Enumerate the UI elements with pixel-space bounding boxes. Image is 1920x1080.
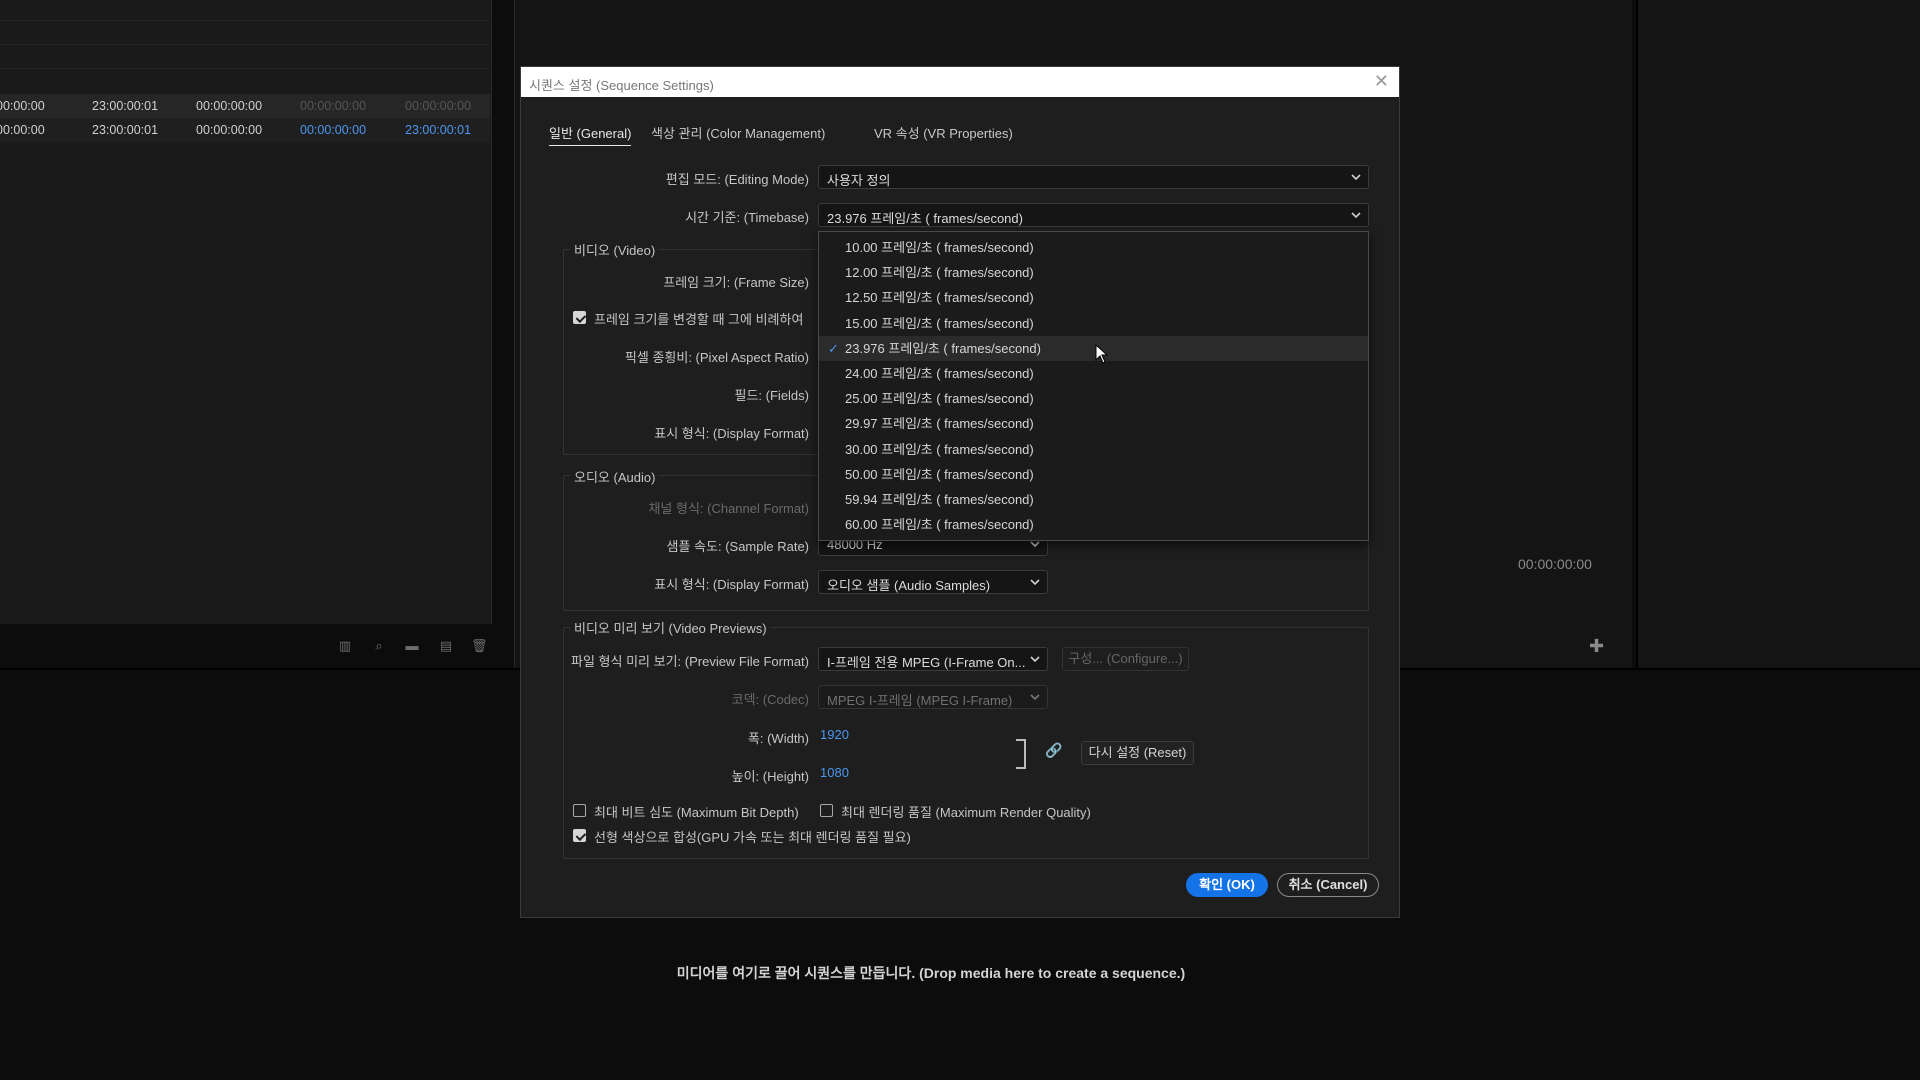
frame-size-label: 프레임 크기: (Frame Size) — [663, 275, 809, 290]
dialog-titlebar[interactable]: 시퀀스 설정 (Sequence Settings) ✕ — [521, 67, 1399, 97]
timebase-option[interactable]: 59.94 프레임/초 ( frames/second) — [819, 487, 1368, 512]
timecode-cell: 00:00:00:00 — [405, 99, 472, 113]
chevron-down-icon — [1350, 172, 1362, 182]
configure-button[interactable]: 구성... (Configure...) — [1062, 647, 1189, 671]
timecode-cell: 00:00:00:00 — [300, 99, 367, 113]
table-row[interactable]: 00:00:00 23:00:00:01 00:00:00:00 00:00:0… — [0, 94, 490, 118]
ok-button[interactable]: 확인 (OK) — [1186, 873, 1268, 897]
scale-proportionally-label: 프레임 크기를 변경할 때 그에 비례하여 — [594, 312, 804, 327]
timebase-option[interactable]: 25.00 프레임/초 ( frames/second) — [819, 386, 1368, 411]
tab-vr-properties[interactable]: VR 속성 (VR Properties) — [874, 123, 1013, 142]
table-row[interactable]: 00:00:00 23:00:00:01 00:00:00:00 00:00:0… — [0, 118, 490, 142]
timebase-option[interactable]: 12.50 프레임/초 ( frames/second) — [819, 285, 1368, 310]
timebase-select[interactable]: 23.976 프레임/초 ( frames/second) — [818, 203, 1369, 227]
audio-group-title: 오디오 (Audio) — [570, 467, 660, 486]
grid-line — [0, 68, 490, 69]
pixel-aspect-label: 픽셀 종횡비: (Pixel Aspect Ratio) — [624, 350, 809, 365]
height-label: 높이: (Height) — [731, 769, 809, 784]
timebase-dropdown-list: 10.00 프레임/초 ( frames/second) 12.00 프레임/초 … — [818, 231, 1369, 541]
height-value[interactable]: 1080 — [820, 765, 849, 780]
chevron-down-icon — [1029, 654, 1041, 664]
scale-proportionally-checkbox[interactable] — [573, 311, 586, 324]
video-display-format-label: 표시 형식: (Display Format) — [654, 426, 809, 441]
editing-mode-label: 편집 모드: (Editing Mode) — [665, 172, 809, 187]
timebase-option[interactable]: 30.00 프레임/초 ( frames/second) — [819, 437, 1368, 462]
linear-color-label: 선형 색상으로 합성(GPU 가속 또는 최대 렌더링 품질 필요) — [594, 830, 911, 845]
project-panel: 00:00:00 23:00:00:01 00:00:00:00 00:00:0… — [0, 0, 492, 653]
grid-line — [0, 20, 490, 21]
trash-icon[interactable]: 🗑 — [471, 639, 488, 653]
timebase-option[interactable]: 60.00 프레임/초 ( frames/second) — [819, 512, 1368, 537]
timebase-option[interactable]: 29.97 프레임/초 ( frames/second) — [819, 411, 1368, 436]
project-toolbar: ▥ ⌕ ▬ ▤ 🗑 — [0, 631, 492, 661]
timecode-cell: 23:00:00:01 — [92, 123, 159, 137]
audio-display-format-select[interactable]: 오디오 샘플 (Audio Samples) — [818, 570, 1048, 594]
sample-rate-label: 샘플 속도: (Sample Rate) — [666, 539, 809, 554]
mouse-cursor-icon — [1095, 344, 1109, 364]
drop-hint: 미디어를 여기로 끌어 시퀀스를 만듭니다. (Drop media here … — [676, 965, 1186, 981]
program-timecode: 00:00:00:00 — [1518, 556, 1592, 572]
timebase-option[interactable]: 24.00 프레임/초 ( frames/second) — [819, 361, 1368, 386]
new-bin-icon[interactable]: ▬ — [404, 639, 420, 653]
checkmark-icon: ✓ — [828, 340, 839, 356]
list-view-icon[interactable]: ▥ — [337, 639, 353, 653]
preview-file-format-label: 파일 형식 미리 보기: (Preview File Format) — [571, 654, 809, 669]
plus-icon[interactable]: ✚ — [1589, 636, 1604, 657]
tab-general[interactable]: 일반 (General) — [549, 123, 632, 146]
editing-mode-select[interactable]: 사용자 정의 — [818, 165, 1369, 189]
new-item-icon[interactable]: ▤ — [438, 639, 454, 653]
codec-select[interactable]: MPEG I-프레임 (MPEG I-Frame) — [818, 685, 1048, 709]
timebase-option-label: 23.976 프레임/초 ( frames/second) — [845, 340, 1041, 356]
timecode-cell[interactable]: 23:00:00:01 — [405, 123, 471, 137]
timebase-option[interactable]: ✓ 23.976 프레임/초 ( frames/second) — [819, 335, 1368, 361]
search-icon[interactable]: ⌕ — [371, 639, 387, 653]
timebase-label: 시간 기준: (Timebase) — [685, 210, 809, 225]
max-bit-depth-label: 최대 비트 심도 (Maximum Bit Depth) — [594, 805, 799, 820]
linear-color-checkbox[interactable] — [573, 829, 586, 842]
timecode-cell: 00:00:00 — [0, 99, 45, 113]
audio-display-format-label: 표시 형식: (Display Format) — [654, 577, 809, 592]
link-icon[interactable]: 🔗 — [1045, 742, 1062, 759]
audio-display-format-value: 오디오 샘플 (Audio Samples) — [827, 578, 991, 593]
tab-color-management[interactable]: 색상 관리 (Color Management) — [651, 123, 825, 142]
timebase-value: 23.976 프레임/초 ( frames/second) — [827, 211, 1023, 226]
preview-file-format-value: I-프레임 전용 MPEG (I-Frame On... — [827, 655, 1026, 670]
chevron-down-icon — [1029, 692, 1041, 702]
timecode-cell: 00:00:00:00 — [196, 123, 263, 137]
grid-line — [0, 44, 490, 45]
timebase-option[interactable]: 12.00 프레임/초 ( frames/second) — [819, 260, 1368, 285]
chevron-down-icon — [1029, 577, 1041, 587]
channel-format-label: 채널 형식: (Channel Format) — [648, 501, 809, 516]
timebase-option[interactable]: 10.00 프레임/초 ( frames/second) — [819, 235, 1368, 260]
timecode-cell: 00:00:00:00 — [196, 99, 263, 113]
max-render-quality-checkbox[interactable] — [820, 804, 833, 817]
side-panel — [1636, 0, 1920, 668]
fields-label: 필드: (Fields) — [734, 388, 809, 403]
max-render-quality-label: 최대 렌더링 품질 (Maximum Render Quality) — [841, 805, 1091, 820]
video-group-title: 비디오 (Video) — [570, 240, 660, 259]
codec-label: 코덱: (Codec) — [731, 692, 809, 707]
dialog-title: 시퀀스 설정 (Sequence Settings) — [529, 78, 714, 93]
video-previews-group-title: 비디오 미리 보기 (Video Previews) — [570, 618, 771, 637]
chevron-down-icon — [1350, 210, 1362, 220]
timebase-option[interactable]: 15.00 프레임/초 ( frames/second) — [819, 311, 1368, 336]
close-icon[interactable]: ✕ — [1374, 71, 1389, 91]
cancel-button[interactable]: 취소 (Cancel) — [1277, 873, 1379, 897]
codec-value: MPEG I-프레임 (MPEG I-Frame) — [827, 693, 1013, 708]
width-value[interactable]: 1920 — [820, 727, 849, 742]
timecode-cell: 00:00:00 — [0, 123, 45, 137]
reset-button[interactable]: 다시 설정 (Reset) — [1081, 741, 1194, 765]
max-bit-depth-checkbox[interactable] — [573, 804, 586, 817]
width-label: 폭: (Width) — [747, 731, 809, 746]
timecode-cell[interactable]: 00:00:00:00 — [300, 123, 366, 137]
timecode-cell: 23:00:00:01 — [92, 99, 159, 113]
aspect-bracket — [1016, 739, 1026, 769]
timebase-option[interactable]: 50.00 프레임/초 ( frames/second) — [819, 462, 1368, 487]
editing-mode-value: 사용자 정의 — [827, 173, 891, 188]
preview-file-format-select[interactable]: I-프레임 전용 MPEG (I-Frame On... — [818, 647, 1048, 671]
